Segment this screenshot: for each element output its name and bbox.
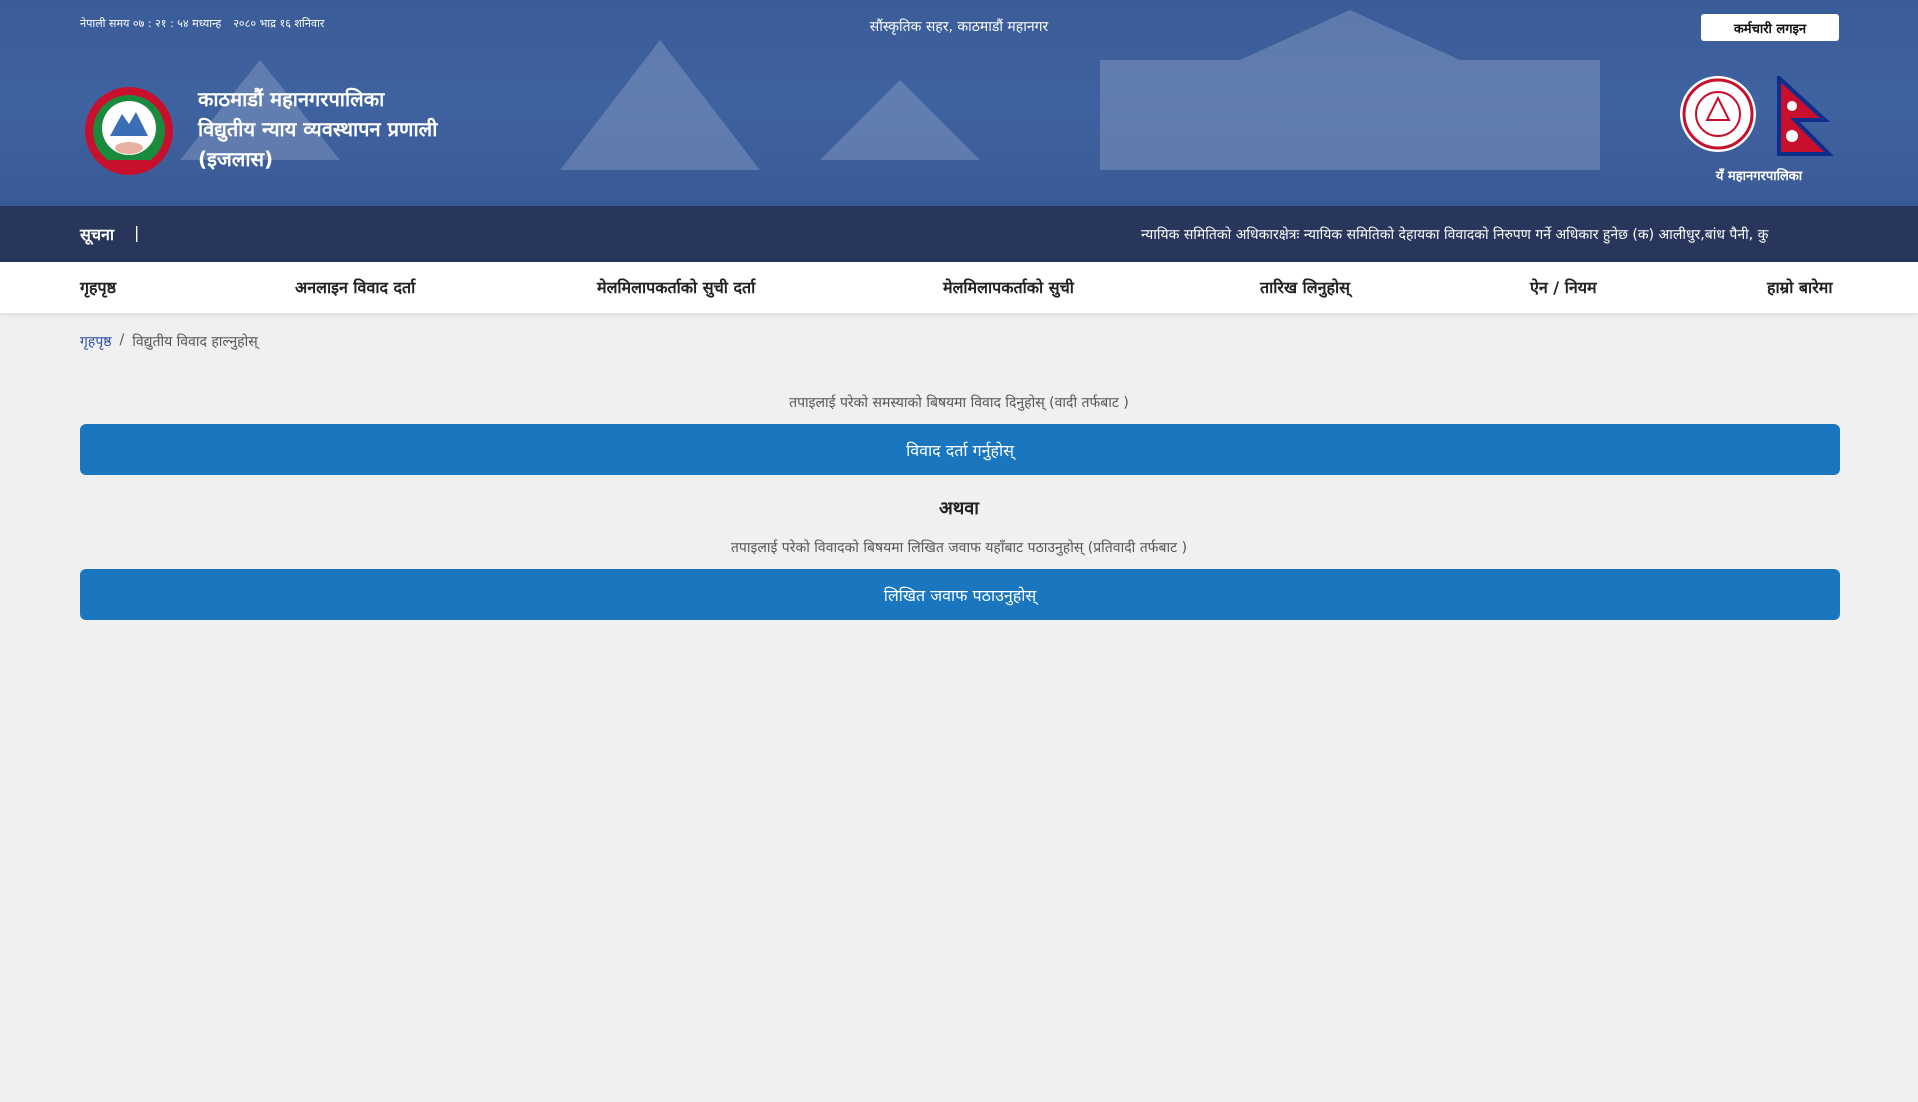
main-nav: गृहपृष्ठ अनलाइन विवाद दर्ता मेलमिलापकर्त…	[0, 262, 1918, 313]
register-dispute-button[interactable]: विवाद दर्ता गर्नुहोस्	[80, 424, 1840, 475]
site-tagline: सौंस्कृतिक सहर, काठमाडौं महानगर	[869, 19, 1049, 35]
title-line-2: विद्युतीय न्याय व्यवस्थापन प्रणाली	[198, 117, 438, 141]
right-logo-caption: यँ महानगरपालिका	[1715, 169, 1803, 184]
nav-item-about-us[interactable]: हाम्रो बारेमा	[1767, 276, 1832, 298]
title-line-3: (इजलास)	[198, 147, 274, 171]
nepal-flag-icon	[1777, 76, 1834, 156]
breadcrumb: गृहपृष्ठ / विद्युतीय विवाद हाल्नुहोस्	[80, 332, 258, 351]
nav-item-acts-rules[interactable]: ऐन / नियम	[1530, 276, 1597, 298]
nav-item-online-dispute[interactable]: अनलाइन विवाद दर्ता	[295, 276, 415, 298]
nav-item-home[interactable]: गृहपृष्ठ	[80, 276, 116, 298]
site-title: काठमाडौं महानगरपालिका विद्युतीय न्याय व्…	[198, 84, 437, 174]
notice-ticker[interactable]: न्यायिक समितिको अधिकारक्षेत्रः न्यायिक स…	[1141, 225, 1840, 244]
nepal-emblem-icon[interactable]	[80, 84, 178, 178]
defendant-description: तपाइलाई परेको विवादको बिषयमा लिखित जवाफ …	[730, 540, 1188, 556]
breadcrumb-separator: /	[119, 332, 125, 348]
breadcrumb-current: विद्युतीय विवाद हाल्नुहोस्	[132, 334, 258, 350]
send-written-reply-button[interactable]: लिखित जवाफ पठाउनुहोस्	[80, 569, 1840, 620]
nav-item-mediator-registration[interactable]: मेलमिलापकर्ताको सुची दर्ता	[597, 276, 755, 298]
site-header: नेपाली समय ०७ : २१ : ५४ मध्यान्ह २०८० भा…	[0, 0, 1918, 206]
nav-item-take-date[interactable]: तारिख लिनुहोस्	[1260, 276, 1350, 298]
plaintiff-description: तपाइलाई परेको समस्याको बिषयमा विवाद दिनु…	[789, 395, 1129, 411]
staff-login-button[interactable]: कर्मचारी लगइन	[1701, 14, 1839, 41]
or-divider: अथवा	[939, 498, 979, 519]
notice-separator: |	[134, 223, 140, 242]
notice-bar: सूचना | न्यायिक समितिको अधिकारक्षेत्रः न…	[0, 206, 1918, 262]
notice-label: सूचना	[80, 225, 115, 244]
breadcrumb-home[interactable]: गृहपृष्ठ	[80, 332, 112, 351]
nav-item-mediator-list[interactable]: मेलमिलापकर्ताको सुची	[943, 276, 1074, 298]
title-line-1: काठमाडौं महानगरपालिका	[198, 87, 385, 111]
kathmandu-seal-icon	[1680, 76, 1756, 152]
